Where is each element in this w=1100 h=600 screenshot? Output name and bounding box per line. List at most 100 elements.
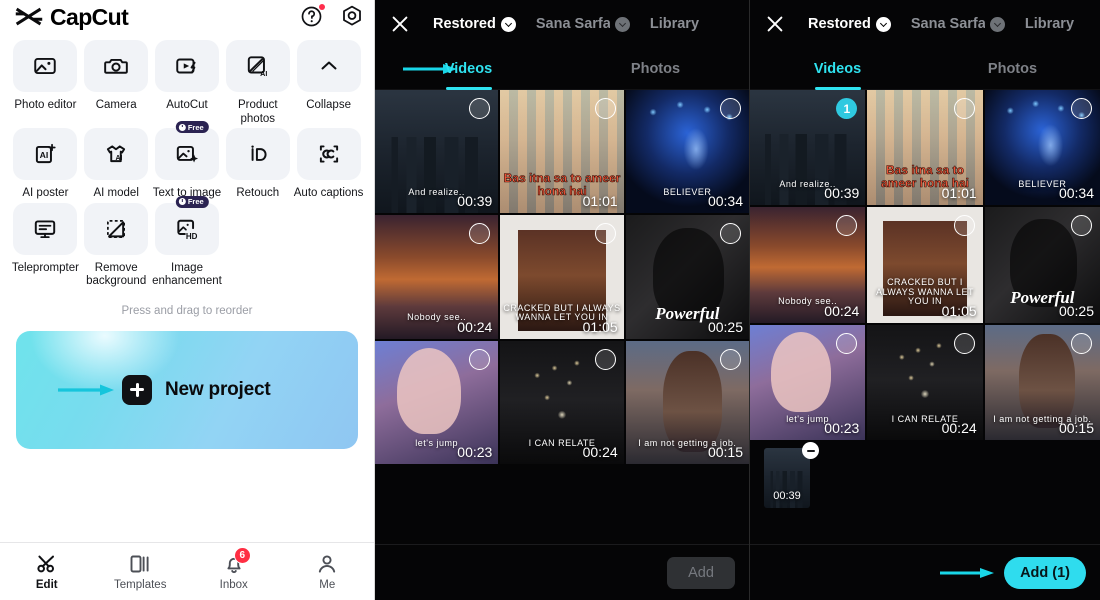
ai-poster-icon: AI: [36, 144, 57, 164]
tool-remove-background[interactable]: Remove background: [81, 202, 152, 289]
select-circle[interactable]: [720, 98, 741, 119]
tool-photo-editor[interactable]: Photo editor: [10, 40, 81, 126]
photo-editor-icon: [34, 57, 57, 75]
tool-collapse[interactable]: Collapse: [293, 40, 364, 126]
media-cell[interactable]: CRACKED BUT I ALWAYS WANNA LET YOU IN 01:…: [500, 215, 624, 339]
tool-image-enhancement[interactable]: Free HD Image enhancement: [152, 195, 223, 289]
tool-label: AI poster: [22, 187, 69, 200]
album-restored[interactable]: Restored: [808, 16, 891, 32]
media-cell[interactable]: Bas itna sa to ameer hona hai 01:01: [867, 90, 983, 206]
media-cell[interactable]: BELIEVER 00:34: [984, 90, 1100, 206]
tool-auto-captions[interactable]: Auto captions: [293, 128, 364, 201]
new-project-button[interactable]: New project: [16, 330, 358, 449]
tool-label: Collapse: [306, 99, 351, 111]
media-cell[interactable]: Powerful 00:25: [625, 215, 749, 339]
svg-text:AI: AI: [40, 150, 49, 160]
media-cell[interactable]: CRACKED BUT I ALWAYS WANNA LET YOU IN 01:…: [867, 207, 983, 323]
teleprompter-icon: [35, 220, 56, 238]
nav-label: Edit: [35, 579, 58, 591]
nav-label: Templates: [114, 579, 167, 591]
picker-header: Restored Sana Sarfara Library: [750, 0, 1100, 48]
media-cell[interactable]: Nobody see.. 00:24: [750, 207, 866, 323]
tool-ai-poster[interactable]: AI AI poster: [10, 128, 81, 201]
media-picker-panel-right: Restored Sana Sarfara Library Videos Pho…: [750, 0, 1100, 600]
settings-icon[interactable]: [340, 4, 364, 28]
nav-item-templates[interactable]: Templates: [94, 552, 188, 591]
tool-teleprompter[interactable]: Teleprompter: [10, 202, 81, 289]
album-sana-sarfaraz[interactable]: Sana Sarfara: [536, 16, 630, 32]
nav-item-edit[interactable]: Edit: [0, 552, 94, 591]
cell-duration: 00:15: [707, 444, 743, 461]
free-badge: Free: [175, 121, 209, 134]
help-icon[interactable]: [300, 4, 325, 28]
clock-icon: [178, 123, 186, 131]
tool-ai-model[interactable]: AI AI model: [81, 128, 152, 201]
chevron-down-icon: [614, 16, 630, 32]
tool-tile: [13, 40, 78, 92]
select-circle[interactable]: [953, 98, 975, 119]
media-cell[interactable]: I am not getting a job. 00:15: [984, 324, 1100, 441]
select-circle[interactable]: [953, 215, 975, 237]
tool-label: Photo editor: [14, 99, 77, 111]
picker-empty-space: [375, 464, 749, 544]
free-badge-label: Free: [187, 122, 204, 132]
screenshot-root: CapCut Photo editor Camera AutoCut AI Pr…: [0, 0, 1100, 600]
free-badge: Free: [175, 195, 209, 208]
select-circle[interactable]: [953, 332, 975, 354]
add-button[interactable]: Add (1): [1004, 556, 1086, 589]
tool-label: Teleprompter: [11, 261, 79, 274]
select-circle[interactable]: [594, 98, 616, 119]
tool-autocut[interactable]: AutoCut: [152, 40, 223, 126]
nav-item-inbox[interactable]: 6 Inbox: [187, 547, 281, 591]
select-circle[interactable]: [836, 332, 858, 354]
select-circle[interactable]: [1071, 332, 1092, 354]
album-sana-sarfaraz[interactable]: Sana Sarfara: [911, 16, 1005, 32]
media-cell[interactable]: I CAN RELATE 00:24: [867, 324, 983, 441]
scissors-icon: [34, 552, 60, 576]
media-cell[interactable]: I am not getting a job. 00:15: [625, 340, 749, 465]
picker-footer: Add (1): [750, 544, 1100, 600]
media-cell[interactable]: let's jump 00:23: [750, 324, 866, 441]
tool-camera[interactable]: Camera: [81, 40, 152, 126]
select-circle[interactable]: [1071, 98, 1092, 119]
close-icon[interactable]: [764, 13, 786, 35]
tool-product-photos[interactable]: AI Product photos: [222, 40, 293, 126]
tab-photos[interactable]: Photos: [562, 48, 749, 89]
tray-duration: 00:39: [773, 490, 801, 503]
select-circle[interactable]: [469, 348, 491, 370]
media-cell[interactable]: Nobody see.. 00:24: [375, 215, 499, 339]
close-icon[interactable]: [389, 13, 411, 35]
tab-videos[interactable]: Videos: [750, 48, 925, 89]
tool-retouch[interactable]: Retouch: [222, 128, 293, 201]
select-circle[interactable]: [594, 348, 616, 370]
remove-icon[interactable]: [802, 442, 819, 460]
album-restored[interactable]: Restored: [433, 16, 516, 32]
select-circle[interactable]: [594, 223, 616, 245]
add-button[interactable]: Add: [667, 556, 735, 589]
tab-videos[interactable]: Videos: [375, 48, 562, 89]
album-library[interactable]: Library: [1025, 16, 1074, 32]
select-circle[interactable]: [720, 348, 741, 370]
media-cell[interactable]: I CAN RELATE 00:24: [500, 340, 624, 465]
tool-text-to-image[interactable]: Free Text to image: [152, 121, 223, 201]
media-cell[interactable]: let's jump 00:23: [375, 340, 499, 465]
tool-grid: Photo editor Camera AutoCut AI Product p…: [0, 34, 374, 289]
tab-photos[interactable]: Photos: [925, 48, 1100, 89]
media-cell[interactable]: BELIEVER 00:34: [625, 90, 749, 214]
brand-name: CapCut: [50, 3, 129, 30]
media-cell[interactable]: And realize.. 1 00:39: [750, 90, 866, 206]
media-cell[interactable]: Bas itna sa to ameer hona hai 01:01: [500, 90, 624, 214]
nav-item-me[interactable]: Me: [281, 552, 375, 591]
chevron-down-icon: [989, 16, 1005, 32]
album-selector: Restored Sana Sarfara Library: [433, 16, 699, 32]
album-library[interactable]: Library: [650, 16, 699, 32]
tray-item[interactable]: 00:39: [764, 442, 819, 509]
tool-label: Remove background: [86, 261, 147, 288]
media-cell[interactable]: And realize.. 00:39: [375, 90, 499, 214]
album-label: Sana Sarfara: [910, 16, 985, 32]
media-grid: And realize.. 00:39 Bas itna sa to ameer …: [375, 90, 749, 465]
camera-icon: [104, 58, 128, 74]
chevron-down-icon: [875, 16, 891, 32]
media-cell[interactable]: Powerful 00:25: [984, 207, 1100, 323]
home-header: CapCut: [0, 0, 374, 34]
